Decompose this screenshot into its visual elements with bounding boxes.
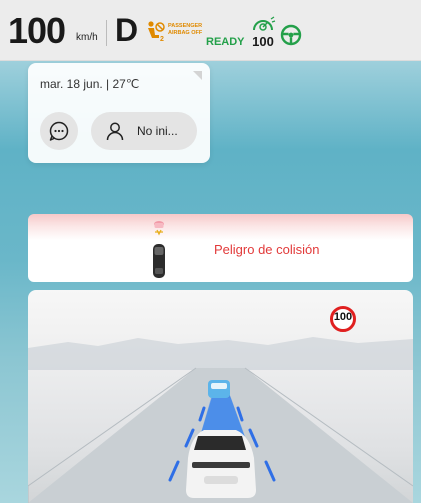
user-icon (106, 122, 124, 141)
airbag-status-text: PASSENGER AIRBAG OFF (168, 23, 202, 37)
speed-readout: 100 (8, 10, 66, 51)
gear-indicator: D (115, 12, 139, 48)
divider (106, 20, 107, 46)
collision-alert-card: Peligro de colisión (28, 214, 413, 282)
ready-indicator: READY (206, 36, 245, 48)
collision-car-icon (148, 218, 170, 282)
card-corner-marker (193, 71, 202, 80)
status-bar: 100 km/h D 2 PASSENGER AIRBAG OFF READY … (0, 0, 421, 61)
airbag-line1: PASSENGER (168, 23, 203, 29)
airbag-off-label: OFF (191, 30, 203, 36)
chat-icon (49, 121, 69, 141)
passenger-airbag-off-icon: 2 (145, 20, 167, 43)
user-login-button[interactable]: No ini... (91, 112, 197, 150)
speed-limit-sign-value: 100 (333, 311, 353, 323)
collision-warning-text: Peligro de colisión (214, 242, 320, 257)
driving-lane-view: 100 (28, 290, 413, 503)
speed-limit-value: 100 (252, 34, 274, 49)
date-temperature: mar. 18 jun. | 27℃ (40, 77, 140, 91)
info-card: mar. 18 jun. | 27℃ No ini... (28, 63, 210, 163)
chat-button[interactable] (40, 112, 78, 150)
speed-unit: km/h (76, 32, 98, 43)
svg-text:2: 2 (160, 36, 164, 42)
steering-wheel-icon (280, 24, 302, 46)
user-login-label: No ini... (137, 124, 178, 138)
airbag-line2: AIRBAG (168, 30, 190, 36)
